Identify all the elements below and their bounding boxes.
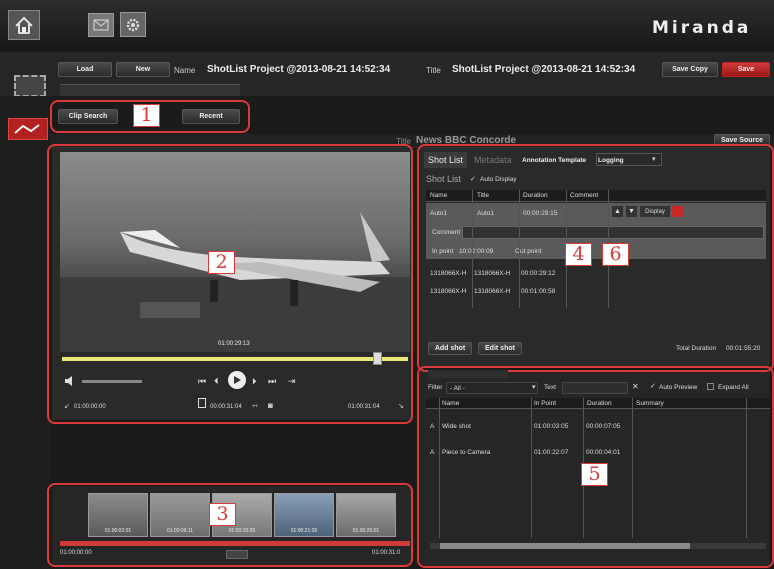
callout-number-6: 6: [602, 243, 629, 266]
project-tabs-strip: [60, 84, 240, 96]
save-button[interactable]: Save: [722, 62, 770, 77]
left-rail-active-tab[interactable]: [8, 118, 48, 140]
brand-logo: Miranda: [652, 18, 752, 38]
callout-number-3: 3: [209, 503, 236, 526]
title-label: Title: [426, 66, 441, 75]
project-name-value[interactable]: ShotList Project @2013-08-21 14:52:34: [207, 64, 390, 75]
home-icon[interactable]: [8, 10, 40, 40]
callout-box-4-6: [417, 144, 774, 372]
callout-box-2: [47, 144, 413, 424]
project-title-value[interactable]: ShotList Project @2013-08-21 14:52:34: [452, 64, 635, 75]
callout-number-2: 2: [208, 251, 235, 274]
new-button[interactable]: New: [116, 62, 170, 77]
save-copy-button[interactable]: Save Copy: [662, 62, 718, 77]
name-label: Name: [174, 66, 196, 75]
callout-number-4: 4: [565, 243, 592, 266]
callout-number-5: 5: [581, 463, 608, 486]
load-button[interactable]: Load: [58, 62, 112, 77]
left-rail: [0, 96, 50, 569]
settings-icon[interactable]: [120, 12, 146, 37]
mail-icon[interactable]: [88, 13, 114, 37]
callout-number-1: 1: [133, 104, 160, 127]
filmstrip-icon[interactable]: [14, 75, 46, 97]
